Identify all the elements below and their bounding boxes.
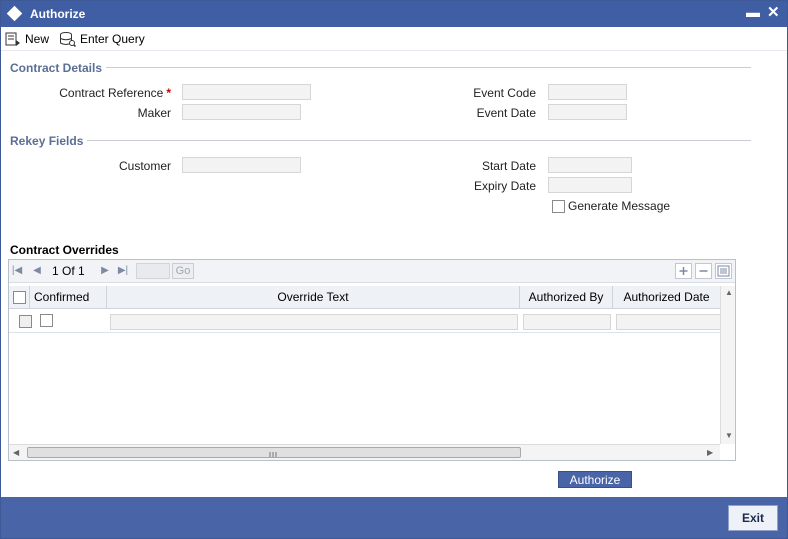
select-all-checkbox[interactable] — [13, 291, 26, 304]
horizontal-scrollbar[interactable]: ◀ ▶ — [9, 444, 720, 460]
minus-icon — [699, 270, 708, 272]
expiry-date-input[interactable] — [548, 177, 632, 193]
rekey-fields-title: Rekey Fields — [10, 134, 84, 148]
new-label: New — [25, 32, 50, 46]
start-date-label: Start Date — [481, 159, 536, 173]
go-button[interactable]: Go — [172, 263, 194, 279]
list-icon — [717, 265, 730, 277]
authorize-button[interactable]: Authorize — [558, 471, 632, 488]
generate-message-checkbox[interactable] — [552, 200, 565, 213]
contract-reference-label-text: Contract Reference — [59, 86, 164, 100]
contract-overrides-title: Contract Overrides — [10, 243, 119, 257]
col-authorized-by[interactable]: Authorized By — [520, 286, 613, 309]
row-confirmed-checkbox[interactable] — [40, 314, 53, 327]
previous-page-icon[interactable]: ◀ — [31, 265, 43, 277]
diamond-icon — [6, 5, 23, 22]
start-date-input[interactable] — [548, 157, 632, 173]
page-indicator: 1 Of 1 — [52, 264, 85, 278]
new-document-icon — [5, 32, 20, 46]
authorize-window: Authorize ▬ ✕ New Enter Query Contract D… — [0, 0, 788, 539]
footer-bar: Exit — [1, 497, 787, 538]
contract-details-title: Contract Details — [10, 61, 103, 75]
contract-reference-input[interactable] — [182, 84, 311, 100]
col-authorized-date[interactable]: Authorized Date — [613, 286, 720, 309]
select-all-cell — [9, 286, 30, 309]
horizontal-scroll-thumb[interactable] — [27, 447, 521, 458]
maker-label: Maker — [137, 106, 171, 120]
contract-overrides-grid: |◀ ◀ 1 Of 1 ▶ ▶| Go Confirmed Override T… — [8, 259, 736, 461]
last-page-icon[interactable]: ▶| — [117, 265, 129, 277]
generate-message-label: Generate Message — [568, 199, 671, 213]
col-confirmed[interactable]: Confirmed — [30, 286, 107, 309]
scroll-up-icon[interactable]: ▲ — [725, 288, 733, 297]
page-current: 1 — [52, 264, 59, 278]
enter-query-button[interactable]: Enter Query — [59, 30, 145, 48]
query-icon — [60, 32, 76, 47]
row-select-checkbox[interactable] — [19, 315, 32, 328]
contract-details-divider — [106, 67, 751, 68]
event-date-label: Event Date — [476, 106, 536, 120]
row-authorized-by-field[interactable] — [523, 314, 611, 330]
add-row-button[interactable] — [675, 263, 692, 279]
minimize-button[interactable]: ▬ — [746, 4, 760, 20]
customer-label: Customer — [118, 159, 171, 173]
next-page-icon[interactable]: ▶ — [99, 265, 111, 277]
maker-input[interactable] — [182, 104, 301, 120]
page-number-input[interactable] — [136, 263, 170, 279]
page-total: 1 — [78, 264, 85, 278]
rekey-fields-divider — [87, 140, 751, 141]
view-details-button[interactable] — [715, 263, 732, 279]
scroll-down-icon[interactable]: ▼ — [725, 431, 733, 440]
row-override-text-field[interactable] — [110, 314, 518, 330]
delete-row-button[interactable] — [695, 263, 712, 279]
window-title: Authorize — [30, 7, 86, 21]
page-of: Of — [62, 264, 75, 278]
exit-button[interactable]: Exit — [728, 505, 778, 531]
scroll-right-icon[interactable]: ▶ — [707, 448, 713, 457]
new-button[interactable]: New — [5, 30, 49, 48]
row-authorized-date-field[interactable] — [616, 314, 720, 330]
enter-query-label: Enter Query — [80, 32, 145, 46]
grip-icon — [269, 452, 277, 457]
title-bar: Authorize ▬ ✕ — [1, 1, 787, 27]
grid-header: Confirmed Override Text Authorized By Au… — [9, 286, 720, 309]
close-button[interactable]: ✕ — [767, 3, 780, 21]
expiry-date-label: Expiry Date — [473, 179, 536, 193]
event-date-input[interactable] — [548, 104, 627, 120]
event-code-input[interactable] — [548, 84, 627, 100]
grid-pagination-bar: |◀ ◀ 1 Of 1 ▶ ▶| Go — [9, 260, 735, 283]
table-row — [9, 309, 720, 333]
event-code-label: Event Code — [473, 86, 536, 100]
plus-icon — [679, 267, 688, 275]
col-override-text[interactable]: Override Text — [107, 286, 520, 309]
first-page-icon[interactable]: |◀ — [11, 265, 23, 277]
customer-input[interactable] — [182, 157, 301, 173]
contract-reference-label: Contract Reference * — [31, 86, 171, 100]
scroll-left-icon[interactable]: ◀ — [13, 448, 19, 457]
toolbar: New Enter Query — [1, 27, 787, 51]
vertical-scrollbar[interactable]: ▲ ▼ — [720, 286, 735, 444]
required-marker: * — [166, 86, 171, 100]
